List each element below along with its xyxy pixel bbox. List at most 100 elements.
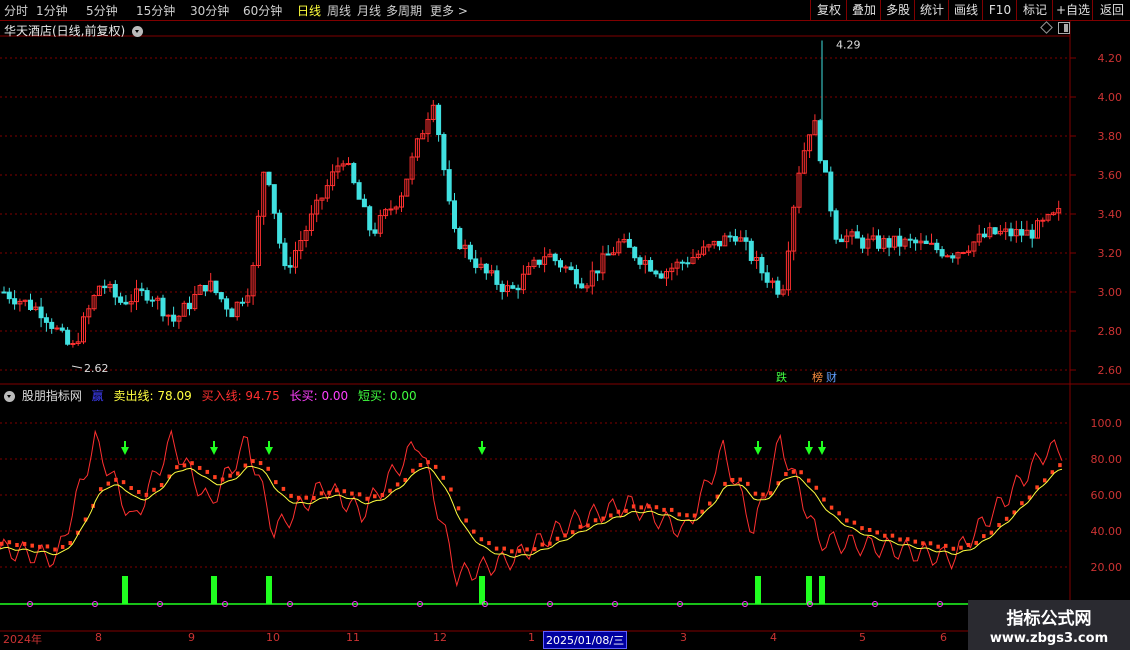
candle-body xyxy=(743,237,749,242)
candle-body xyxy=(854,231,860,239)
indicator-block xyxy=(768,491,773,496)
indicator-block xyxy=(395,482,400,487)
indicator-block xyxy=(281,486,286,491)
indicator-block xyxy=(418,463,423,468)
month-label: 11 xyxy=(346,631,360,644)
candle-body xyxy=(271,184,277,214)
candle-body xyxy=(457,227,463,250)
indicator-block xyxy=(806,478,811,483)
candle-body xyxy=(367,206,373,231)
candle-body xyxy=(218,292,224,300)
indicator-block xyxy=(837,511,841,516)
indicator-block xyxy=(106,481,111,486)
indicator-block xyxy=(1004,516,1009,521)
indicator-block xyxy=(487,541,491,546)
candle-body xyxy=(764,272,770,283)
indicator-block xyxy=(974,540,978,545)
price-tick-label: 2.60 xyxy=(1098,364,1123,377)
signal-bar xyxy=(755,576,761,604)
indicator-block xyxy=(822,497,826,502)
down-arrow-icon xyxy=(478,447,486,455)
candle-body xyxy=(160,297,166,317)
indicator-block xyxy=(274,480,278,485)
indicator-block xyxy=(129,486,133,491)
candle-body xyxy=(637,257,643,265)
event-marker: 榜 xyxy=(812,370,823,384)
candle-body xyxy=(960,251,966,254)
indicator-block xyxy=(121,480,126,485)
chart-canvas: 4.20 4.00 3.80 3.60 3.40 3.20 3.00 2.80 2.60 100.… xyxy=(0,20,1130,632)
indicator-block xyxy=(342,489,347,494)
indicator-block xyxy=(883,533,887,538)
indicator-block xyxy=(677,512,682,517)
candle-body xyxy=(473,258,479,268)
down-arrow-icon xyxy=(210,447,218,455)
candle-body xyxy=(992,227,998,235)
indicator-block xyxy=(525,547,529,552)
indicator-block xyxy=(175,465,179,470)
candle-body xyxy=(934,242,940,251)
indicator-block xyxy=(7,540,12,545)
indicator-block xyxy=(1042,478,1047,483)
candle-body xyxy=(536,259,542,265)
candle-body xyxy=(653,270,659,275)
indicator-block xyxy=(236,471,240,476)
indicator-block xyxy=(959,545,963,550)
legend-short-buy: 短买: 0.00 xyxy=(358,389,417,403)
indicator-block xyxy=(898,537,902,542)
candle-body xyxy=(139,288,145,292)
price-tick-label: 3.60 xyxy=(1098,169,1123,182)
month-label: 8 xyxy=(95,631,102,644)
watermark-url: www.zbgs3.com xyxy=(989,631,1109,646)
candle-body xyxy=(266,171,272,186)
indicator-block xyxy=(502,546,506,551)
candle-body xyxy=(1008,228,1014,237)
candle-body xyxy=(552,253,558,262)
indicator-block xyxy=(852,520,857,525)
candle-body xyxy=(913,239,919,244)
indicator-block xyxy=(639,505,643,510)
indicator-block xyxy=(388,488,392,493)
chevron-down-icon[interactable] xyxy=(132,26,144,37)
signal-bar xyxy=(266,576,272,604)
candle-body xyxy=(277,212,283,244)
month-label: 10 xyxy=(266,631,280,644)
candle-body xyxy=(361,198,367,208)
buy-line xyxy=(0,429,1063,588)
candle-body xyxy=(28,299,33,310)
month-label: 3 xyxy=(680,631,687,644)
candle-body xyxy=(446,169,452,202)
indicator-block xyxy=(213,475,217,480)
candle-body xyxy=(149,299,155,302)
candle-body xyxy=(563,266,569,269)
candle-body xyxy=(595,270,601,274)
candle-body xyxy=(732,236,738,242)
candle-body xyxy=(923,240,929,245)
candle-body xyxy=(573,269,579,285)
month-label: 12 xyxy=(433,631,447,644)
indicator-tick-label: 40.00 xyxy=(1091,525,1123,538)
indicator-block xyxy=(304,495,309,500)
indicator-block xyxy=(464,518,468,523)
chevron-down-icon[interactable] xyxy=(4,391,15,402)
legend-ying: 赢 xyxy=(91,389,104,403)
sell-line xyxy=(0,465,1063,558)
low-price-label: 2.62 xyxy=(84,362,109,375)
candle-body xyxy=(717,240,722,247)
indicator-block xyxy=(472,529,476,534)
stock-title[interactable]: 华天酒店(日线,前复权) xyxy=(4,22,144,39)
candle-body xyxy=(282,242,288,267)
low-price-pointer xyxy=(71,365,83,369)
candle-body xyxy=(372,229,378,234)
month-label: 1 xyxy=(528,631,535,644)
candle-body xyxy=(38,306,44,319)
indicator-block xyxy=(197,465,202,470)
window-toggle-icon[interactable] xyxy=(1058,22,1070,34)
indicator-block xyxy=(913,539,918,544)
candle-body xyxy=(436,104,442,136)
watermark: 指标公式网 www.zbgs3.com xyxy=(968,600,1130,650)
price-tick-label: 4.00 xyxy=(1098,91,1123,104)
candle-body xyxy=(558,260,563,268)
indicator-block xyxy=(449,487,453,492)
candle-body xyxy=(860,237,866,249)
